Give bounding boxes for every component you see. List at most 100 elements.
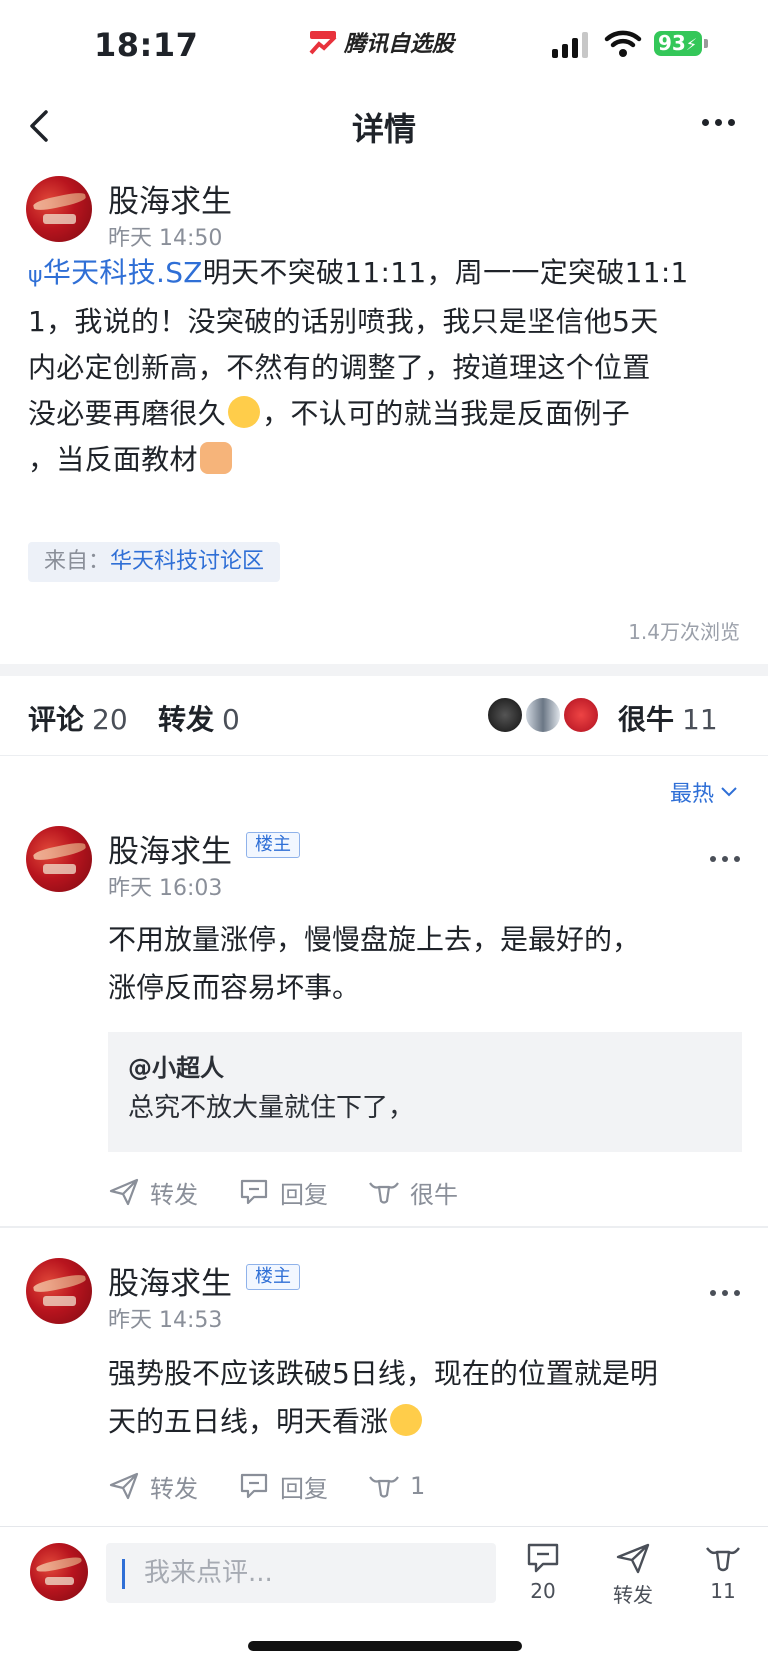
like-stat-count: 11 (682, 703, 718, 736)
app-name: 腾讯自选股 (344, 32, 455, 57)
status-bar: 18:17 腾讯自选股 93⚡ (0, 0, 768, 86)
comment-input[interactable] (106, 1543, 496, 1603)
like-button[interactable]: 1 (368, 1471, 425, 1501)
post-line-3: 内必定创新高，不然有的调整了，按道理这个位置 (28, 351, 651, 384)
repost-label: 转发 (150, 1180, 198, 1209)
comment-author[interactable]: 股海求生 (108, 826, 232, 871)
text-caret (122, 1559, 125, 1589)
comment-line-1: 强势股不应该跌破5日线，现在的位置就是明 (108, 1357, 658, 1390)
bull-icon (369, 1476, 399, 1498)
post-body: ψ华天科技.SZ明天不突破11:11，周一一定突破11:1 1，我说的！没突破的… (28, 250, 740, 483)
sort-label: 最热 (669, 782, 714, 807)
app-indicator: 腾讯自选股 (308, 26, 454, 58)
comment-line-2: 天的五日线，明天看涨 (108, 1405, 389, 1438)
like-stat-label: 很牛 (618, 703, 675, 736)
comment-avatar[interactable] (26, 1258, 92, 1324)
comment-avatar[interactable] (26, 826, 92, 892)
comment-icon (527, 1543, 559, 1573)
like-label: 很牛 (410, 1180, 458, 1209)
battery-level: 93 (658, 31, 686, 55)
post-author-name[interactable]: 股海求生 (108, 176, 232, 221)
quoted-user[interactable]: @小超人 (128, 1048, 722, 1088)
status-time: 18:17 (94, 26, 199, 64)
reply-button[interactable]: 回复 (238, 1469, 328, 1504)
post-line-2: 1，我说的！没突破的话别喷我，我只是坚信他5天 (28, 305, 659, 338)
sort-dropdown[interactable]: 最热 (670, 776, 738, 808)
like-button[interactable]: 很牛 (368, 1175, 458, 1210)
comment-stat-tab[interactable]: 评论 20 (28, 698, 128, 738)
liker-avatar[interactable] (562, 696, 600, 734)
repost-stat-count: 0 (222, 703, 240, 736)
relieved-face-emoji-icon (228, 396, 261, 428)
stats-bar: 评论 20 转发 0 很牛 11 (0, 676, 768, 756)
quoted-text: 总究不放大量就住下了， (128, 1093, 415, 1123)
like-button[interactable]: 11 (693, 1541, 753, 1603)
repost-button-label: 转发 (613, 1583, 653, 1607)
app-logo-icon (309, 31, 337, 55)
post-line-1: 明天不突破11:11，周一一定突破11:1 (202, 256, 689, 289)
bull-icon (706, 1547, 740, 1572)
stock-tag-icon: ψ (28, 263, 43, 288)
comment-more-icon[interactable] (710, 856, 740, 862)
signal-icon (552, 32, 588, 58)
comment-actions: 转发 回复 1 (108, 1466, 465, 1506)
comment-stat-count: 20 (92, 703, 128, 736)
home-indicator[interactable] (248, 1641, 522, 1651)
post-line-5: ，当反面教材 (28, 443, 198, 476)
comment-icon (240, 1473, 268, 1499)
post-line-4a: 没必要再磨很久 (28, 397, 227, 430)
like-count-label: 1 (410, 1472, 426, 1500)
repost-button[interactable]: 转发 (603, 1541, 663, 1608)
stock-link[interactable]: ψ华天科技.SZ (28, 256, 203, 289)
nav-bar: 详情 (0, 86, 768, 166)
comment-time: 昨天 14:53 (108, 1308, 223, 1333)
comment-icon (240, 1179, 268, 1205)
section-divider (0, 664, 768, 676)
like-button-count: 11 (710, 1579, 736, 1603)
comment-time: 昨天 16:03 (108, 876, 223, 901)
repost-button[interactable]: 转发 (108, 1469, 198, 1504)
owner-badge: 楼主 (246, 1264, 300, 1290)
post-time: 昨天 14:50 (108, 226, 223, 251)
page-title: 详情 (351, 110, 416, 148)
source-forum-name: 华天科技讨论区 (110, 549, 265, 574)
reply-button[interactable]: 回复 (238, 1175, 328, 1210)
comment-author[interactable]: 股海求生 (108, 1258, 232, 1303)
like-stat[interactable]: 很牛 11 (618, 698, 718, 738)
comment-line-2: 涨停反而容易坏事。 (108, 971, 361, 1004)
bull-icon (369, 1182, 399, 1204)
battery-icon: 93⚡ (654, 31, 708, 56)
reply-label: 回复 (280, 1180, 328, 1209)
comment-body: 强势股不应该跌破5日线，现在的位置就是明 天的五日线，明天看涨 (108, 1350, 744, 1446)
more-options-icon[interactable] (702, 112, 742, 132)
wifi-icon (604, 30, 642, 57)
view-count: 1.4万次浏览 (628, 620, 740, 644)
send-icon (109, 1178, 139, 1206)
comment-more-icon[interactable] (710, 1290, 740, 1296)
comment-separator (0, 1226, 768, 1228)
send-icon (616, 1543, 650, 1574)
repost-label: 转发 (150, 1474, 198, 1503)
post-author-avatar[interactable] (26, 176, 92, 242)
my-avatar[interactable] (30, 1543, 88, 1601)
reply-label: 回复 (280, 1474, 328, 1503)
bottom-bar: 20 转发 11 (0, 1526, 768, 1662)
comment-body: 不用放量涨停，慢慢盘旋上去，是最好的， 涨停反而容易坏事。 (108, 916, 744, 1012)
source-forum-chip[interactable]: 来自：华天科技讨论区 (28, 542, 281, 582)
repost-stat-tab[interactable]: 转发 0 (158, 698, 240, 738)
quoted-reply[interactable]: @小超人 总究不放大量就住下了， (108, 1032, 742, 1152)
comments-button[interactable]: 20 (513, 1541, 573, 1603)
liker-avatar[interactable] (524, 696, 562, 734)
comments-button-count: 20 (530, 1579, 556, 1603)
comment-actions: 转发 回复 很牛 (108, 1172, 498, 1212)
repost-button[interactable]: 转发 (108, 1175, 198, 1210)
repost-stat-label: 转发 (158, 703, 215, 736)
handshake-emoji-icon (199, 442, 232, 474)
send-icon (109, 1472, 139, 1500)
smile-emoji-icon (390, 1404, 423, 1436)
chevron-down-icon (721, 787, 737, 797)
source-prefix: 来自： (44, 549, 111, 574)
comment-line-1: 不用放量涨停，慢慢盘旋上去，是最好的， (108, 923, 641, 956)
liker-avatar[interactable] (486, 696, 524, 734)
owner-badge: 楼主 (246, 832, 300, 858)
